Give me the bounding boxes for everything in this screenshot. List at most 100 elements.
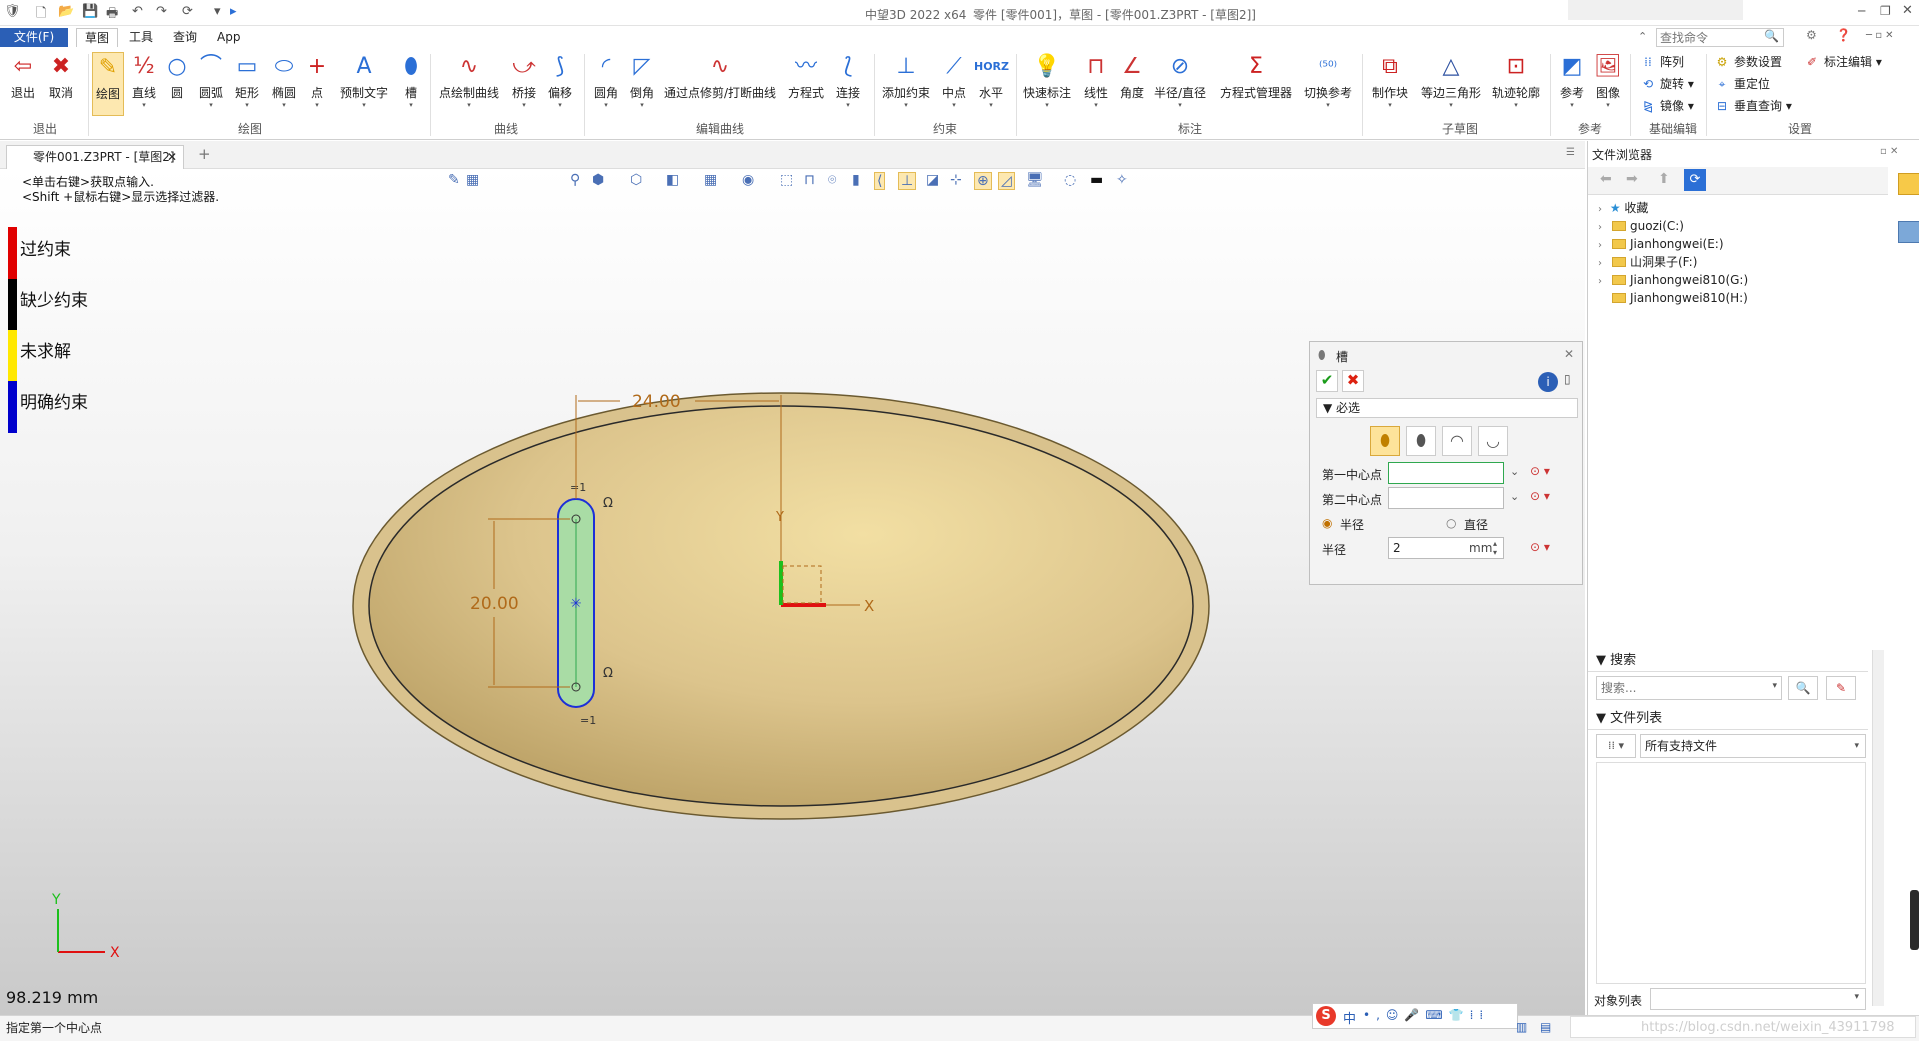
reference-button[interactable]: ◩ 参考 ▾ xyxy=(1556,52,1588,116)
file-search-box[interactable]: ▾ xyxy=(1596,676,1782,700)
first-center-pick-icon[interactable]: ⊙ ▾ xyxy=(1530,464,1550,478)
restore-doc-icon[interactable]: ─ ▫ ✕ xyxy=(1866,30,1894,41)
dimension-edit-button[interactable]: ✐ 标注编辑 ▾ xyxy=(1804,52,1882,72)
tree-item-drive-c[interactable]: › guozi(C:) xyxy=(1598,217,1684,235)
image-button[interactable]: 🖼 图像 ▾ xyxy=(1592,52,1624,116)
back-arrow-icon[interactable]: ⬅ xyxy=(1600,171,1612,187)
ellipse-button[interactable]: ⬭ 椭圆 ▾ xyxy=(268,52,300,116)
radius-field[interactable]: 2 mm ▴ ▾ xyxy=(1388,537,1504,559)
trim-break-button[interactable]: ∿ 通过点修剪/打断曲线 xyxy=(662,52,778,116)
qa-dropdown-icon[interactable]: ▾ xyxy=(214,4,221,19)
dim-horizontal-value[interactable]: 24.00 xyxy=(632,392,681,412)
app-logo-icon[interactable]: 🛡 xyxy=(4,4,21,19)
browser-pin-icon[interactable]: ▫ ✕ xyxy=(1880,146,1898,157)
command-search-box[interactable]: 🔍 xyxy=(1656,28,1784,47)
equilateral-triangle-button[interactable]: △ 等边三角形 ▾ xyxy=(1418,52,1484,116)
quick-dimension-button[interactable]: 💡 快速标注 ▾ xyxy=(1020,52,1074,116)
tree-item-drive-e[interactable]: › Jianhongwei(E:) xyxy=(1598,235,1724,253)
menu-tab-app[interactable]: App xyxy=(209,28,248,47)
refresh-icon[interactable]: ⟳ xyxy=(1684,169,1706,191)
radius-value[interactable]: 2 xyxy=(1393,541,1401,555)
preset-text-button[interactable]: A 预制文字 ▾ xyxy=(336,52,392,116)
arc-button[interactable]: ⌒ 圆弧 ▾ xyxy=(194,52,228,116)
status-layout-icon[interactable]: ▥ xyxy=(1516,1020,1527,1034)
search-icon[interactable]: 🔍 xyxy=(1764,29,1779,43)
side-folder-icon[interactable] xyxy=(1898,173,1919,195)
line-button[interactable]: ½ 直线 ▾ xyxy=(128,52,160,116)
second-center-input[interactable] xyxy=(1388,487,1504,509)
fillet-button[interactable]: ◜ 圆角 ▾ xyxy=(590,52,622,116)
minimize-icon[interactable]: ─ xyxy=(1858,4,1865,18)
array-button[interactable]: ⁞⁞ 阵列 xyxy=(1640,52,1684,72)
save-icon[interactable]: 💾 xyxy=(82,4,98,19)
midpoint-button[interactable]: ⟋ 中点 ▾ xyxy=(938,52,970,116)
second-center-pick-icon[interactable]: ⊙ ▾ xyxy=(1530,489,1550,503)
equation-curve-button[interactable]: 〰方程式 xyxy=(786,52,826,116)
relocate-button[interactable]: ⌖ 重定位 xyxy=(1714,74,1770,94)
tree-item-favorites[interactable]: › ★ 收藏 xyxy=(1598,199,1648,217)
tab-menu-icon[interactable]: ☰ xyxy=(1566,147,1575,158)
draw-button[interactable]: ✎ 绘图 xyxy=(92,52,124,116)
confirm-button[interactable]: ✔ xyxy=(1316,370,1338,392)
panel-pin-icon[interactable]: ▯ xyxy=(1564,372,1571,386)
make-block-button[interactable]: ⧉ 制作块 ▾ xyxy=(1368,52,1412,116)
panel-close-icon[interactable]: ✕ xyxy=(1564,347,1574,361)
file-list-section-header[interactable]: ▼ 文件列表 xyxy=(1588,708,1868,730)
open-file-icon[interactable]: 📂 xyxy=(58,4,74,19)
linear-dimension-button[interactable]: ⊓ 线性 ▾ xyxy=(1080,52,1112,116)
offset-button[interactable]: ⟆ 偏移 ▾ xyxy=(544,52,576,116)
slot-button[interactable]: ⬮ 槽 ▾ xyxy=(396,52,426,116)
sketch-viewport[interactable]: ✎ ▦ ⚲ ⬢ ⬡ ◧ ▦ ◉ ⬚ ⊓ ⌾ ▮ ⟨ ⊥ ◪ ⊹ ⊕ ◿ 🖥 ◌ … xyxy=(0,169,1585,1015)
track-profile-button[interactable]: ⊡ 轨迹轮廓 ▾ xyxy=(1488,52,1544,116)
ime-tools-icons[interactable]: •,☺🎤⌨👕⁞⁞ xyxy=(1363,1008,1489,1022)
required-section-header[interactable]: ▼ 必选 xyxy=(1316,398,1578,418)
slot-type-center-icon[interactable]: ⬮ xyxy=(1370,426,1400,456)
ime-toolbar[interactable]: S 中 •,☺🎤⌨👕⁞⁞ xyxy=(1312,1003,1518,1029)
point-curve-button[interactable]: ∿ 点绘制曲线 ▾ xyxy=(436,52,502,116)
mirror-button[interactable]: ⧎ 镜像 ▾ xyxy=(1640,96,1694,116)
menu-tab-query[interactable]: 查询 xyxy=(165,28,205,47)
close-window-icon[interactable]: ✕ xyxy=(1902,3,1913,18)
search-dropdown-icon[interactable]: ▾ xyxy=(1772,681,1777,691)
ime-mode-label[interactable]: 中 xyxy=(1343,1008,1356,1027)
radius-radio[interactable]: ◉ xyxy=(1322,516,1332,530)
panel-cancel-button[interactable]: ✖ xyxy=(1342,370,1364,392)
search-section-header[interactable]: ▼ 搜索 xyxy=(1588,650,1868,672)
tree-item-drive-g[interactable]: › Jianhongwei810(G:) xyxy=(1598,271,1748,289)
file-search-button[interactable]: 🔍 xyxy=(1788,676,1818,700)
radius-diameter-button[interactable]: ⊘ 半径/直径 ▾ xyxy=(1152,52,1208,116)
settings-gear-icon[interactable]: ⚙ xyxy=(1806,28,1817,42)
file-search-input[interactable] xyxy=(1597,677,1761,699)
browser-scrollbar[interactable] xyxy=(1872,650,1884,1006)
parameter-settings-button[interactable]: ⚙ 参数设置 xyxy=(1714,52,1782,72)
cancel-button[interactable]: ✖ 取消 xyxy=(44,52,78,116)
point-button[interactable]: + 点 ▾ xyxy=(304,52,330,116)
run-icon[interactable]: ▸ xyxy=(230,4,237,19)
up-arrow-icon[interactable]: ⬆ xyxy=(1658,171,1670,187)
file-list-area[interactable] xyxy=(1596,762,1866,984)
regen-icon[interactable]: ⟳ xyxy=(182,4,193,19)
angle-dimension-button[interactable]: ∠ 角度 xyxy=(1116,52,1148,116)
tree-item-drive-f[interactable]: › 山洞果子(F:) xyxy=(1598,253,1697,271)
print-icon[interactable]: 🖶 xyxy=(106,4,118,26)
slot-type-three-point-icon[interactable]: ◡ xyxy=(1478,426,1508,456)
rotate-button[interactable]: ⟲ 旋转 ▾ xyxy=(1640,74,1694,94)
undo-icon[interactable]: ↶ xyxy=(132,4,143,19)
side-handle[interactable] xyxy=(1910,890,1919,950)
object-list-select[interactable]: ▾ xyxy=(1650,988,1866,1010)
horizontal-button[interactable]: HORZ 水平 ▾ xyxy=(974,52,1009,116)
radius-spinner[interactable]: ▴ ▾ xyxy=(1493,539,1497,557)
document-tab[interactable]: 零件001.Z3PRT - [草图2] ✕ xyxy=(6,145,184,169)
bridge-button[interactable]: ⤻ 桥接 ▾ xyxy=(508,52,540,116)
equation-manager-button[interactable]: Σ 方程式管理器 xyxy=(1216,52,1296,116)
first-center-input[interactable] xyxy=(1388,462,1504,484)
toggle-reference-button[interactable]: ⁽⁵⁰⁾ 切换参考 ▾ xyxy=(1300,52,1356,116)
clear-search-icon[interactable]: ✎ xyxy=(1826,676,1856,700)
exit-button[interactable]: ⇦ 退出 xyxy=(6,52,40,116)
status-command-line[interactable]: https://blog.csdn.net/weixin_43911798 xyxy=(1570,1016,1916,1038)
add-constraint-button[interactable]: ⊥ 添加约束 ▾ xyxy=(880,52,932,116)
slot-type-two-point-icon[interactable]: ⬮ xyxy=(1406,426,1436,456)
radius-pick-icon[interactable]: ⊙ ▾ xyxy=(1530,540,1550,554)
vertical-query-button[interactable]: ⊟ 垂直查询 ▾ xyxy=(1714,96,1792,116)
command-search-input[interactable] xyxy=(1657,29,1761,46)
